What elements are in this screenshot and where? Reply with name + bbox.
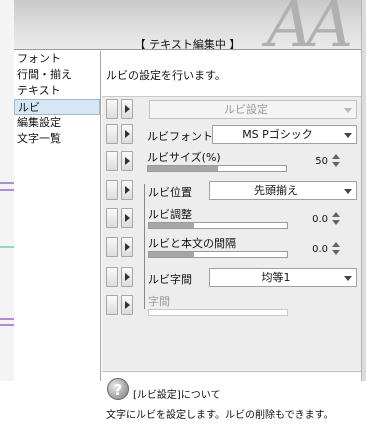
chevron-down-icon (344, 276, 352, 281)
ruby-size-slider[interactable] (147, 165, 287, 172)
row-toggle-button[interactable] (106, 180, 118, 200)
expand-arrow-icon[interactable] (121, 180, 133, 200)
row-toggle-button[interactable] (106, 267, 118, 287)
ruby-position-select[interactable]: 先頭揃え (209, 181, 357, 200)
ruby-adjust-slider[interactable] (148, 222, 288, 229)
help-question-icon: ? (107, 378, 129, 400)
expand-arrow-icon[interactable] (121, 151, 133, 171)
ruby-settings-value: ルビ設定 (224, 103, 268, 116)
ruby-spacing-select[interactable]: 均等1 (209, 268, 357, 287)
help-title: [ルビ設定]について (133, 390, 221, 401)
row-toggle-button[interactable] (106, 124, 118, 144)
expand-arrow-icon[interactable] (121, 208, 133, 228)
row-ruby-spacing: ルビ字間 均等1 (102, 267, 361, 309)
char-spacing-slider[interactable] (148, 309, 288, 316)
chevron-down-icon (344, 189, 352, 194)
help-text: 文字にルビを設定します。ルビの削除もできます。 (106, 410, 334, 421)
settings-rows: ルビ設定 ルビフォント MS Pゴシック ルビサイズ(%) 50 ルビ位置 先頭… (102, 97, 361, 427)
row-toggle-button[interactable] (106, 151, 118, 171)
ruby-gap-slider[interactable] (148, 251, 288, 258)
expand-arrow-icon[interactable] (121, 267, 133, 287)
category-item-text[interactable]: テキスト (14, 83, 100, 99)
ruby-font-value: MS Pゴシック (242, 128, 313, 141)
category-item-edit-settings[interactable]: 編集設定 (14, 115, 100, 131)
settings-panel: ルビの設定を行います。 ルビ設定 ルビフォント MS Pゴシック ルビサイズ(%… (102, 51, 361, 427)
chevron-down-icon (344, 108, 352, 113)
row-toggle-button[interactable] (106, 295, 118, 315)
canvas-mark (0, 189, 14, 191)
expand-arrow-icon[interactable] (121, 237, 133, 257)
row-ruby-position: ルビ位置 先頭揃え (102, 180, 361, 280)
ruby-size-value[interactable]: 50 (302, 156, 328, 167)
canvas-mark (0, 318, 14, 320)
row-ruby-settings: ルビ設定 (102, 97, 361, 122)
canvas-mark (0, 182, 14, 184)
row-toggle-button[interactable] (106, 99, 118, 119)
slider-fill (149, 223, 194, 228)
ruby-position-value: 先頭揃え (254, 184, 298, 197)
category-item-ruby[interactable]: ルビ (14, 99, 100, 115)
header-banner: AA 【 テキスト編集中 】 (14, 0, 361, 50)
ruby-settings-select[interactable]: ルビ設定 (149, 100, 357, 119)
row-ruby-font: ルビフォント MS Pゴシック (102, 124, 361, 147)
canvas-mark (0, 324, 14, 326)
row-char-spacing: 字間 (102, 292, 361, 320)
category-item-font[interactable]: フォント (14, 51, 100, 67)
category-item-line-spacing[interactable]: 行間・揃え (14, 67, 100, 83)
text-edit-window: AA 【 テキスト編集中 】 フォント 行間・揃え テキスト ルビ 編集設定 文… (0, 0, 366, 427)
slider-fill (149, 252, 194, 257)
canvas-mark (0, 246, 14, 248)
category-item-char-list[interactable]: 文字一覧 (14, 131, 100, 147)
ruby-size-label: ルビサイズ(%) (147, 151, 221, 164)
spin-arrows-icon[interactable] (332, 154, 341, 168)
slider-fill (148, 166, 218, 171)
window-title: 【 テキスト編集中 】 (134, 38, 241, 50)
row-toggle-button[interactable] (106, 237, 118, 257)
ruby-font-select[interactable]: MS Pゴシック (212, 125, 357, 144)
help-box: ? [ルビ設定]について 文字にルビを設定します。ルビの削除もできます。 (102, 371, 361, 427)
spin-arrows-icon[interactable] (332, 242, 341, 256)
char-spacing-label: 字間 (148, 295, 170, 308)
row-ruby-gap: ルビと本文の間隔 0.0 (102, 234, 361, 262)
ruby-spacing-label: ルビ字間 (148, 273, 192, 286)
canvas-edge (0, 0, 14, 381)
row-ruby-adjust: ルビ調整 0.0 (102, 205, 361, 233)
row-ruby-size: ルビサイズ(%) 50 (102, 148, 361, 176)
expand-arrow-icon[interactable] (121, 99, 133, 119)
row-toggle-button[interactable] (106, 208, 118, 228)
category-list: フォント 行間・揃え テキスト ルビ 編集設定 文字一覧 (14, 51, 101, 381)
ruby-gap-label: ルビと本文の間隔 (148, 237, 236, 250)
window-scrollbar[interactable] (361, 0, 366, 381)
ruby-position-label: ルビ位置 (148, 186, 192, 199)
expand-arrow-icon[interactable] (121, 295, 133, 315)
ruby-adjust-value[interactable]: 0.0 (302, 214, 328, 225)
panel-description: ルビの設定を行います。 (102, 51, 361, 97)
spin-arrows-icon[interactable] (332, 212, 341, 226)
chevron-down-icon (344, 133, 352, 138)
ruby-spacing-value: 均等1 (261, 271, 291, 284)
expand-arrow-icon[interactable] (121, 124, 133, 144)
ruby-font-label: ルビフォント (147, 130, 213, 143)
ruby-gap-value[interactable]: 0.0 (302, 244, 328, 255)
ruby-adjust-label: ルビ調整 (148, 208, 192, 221)
